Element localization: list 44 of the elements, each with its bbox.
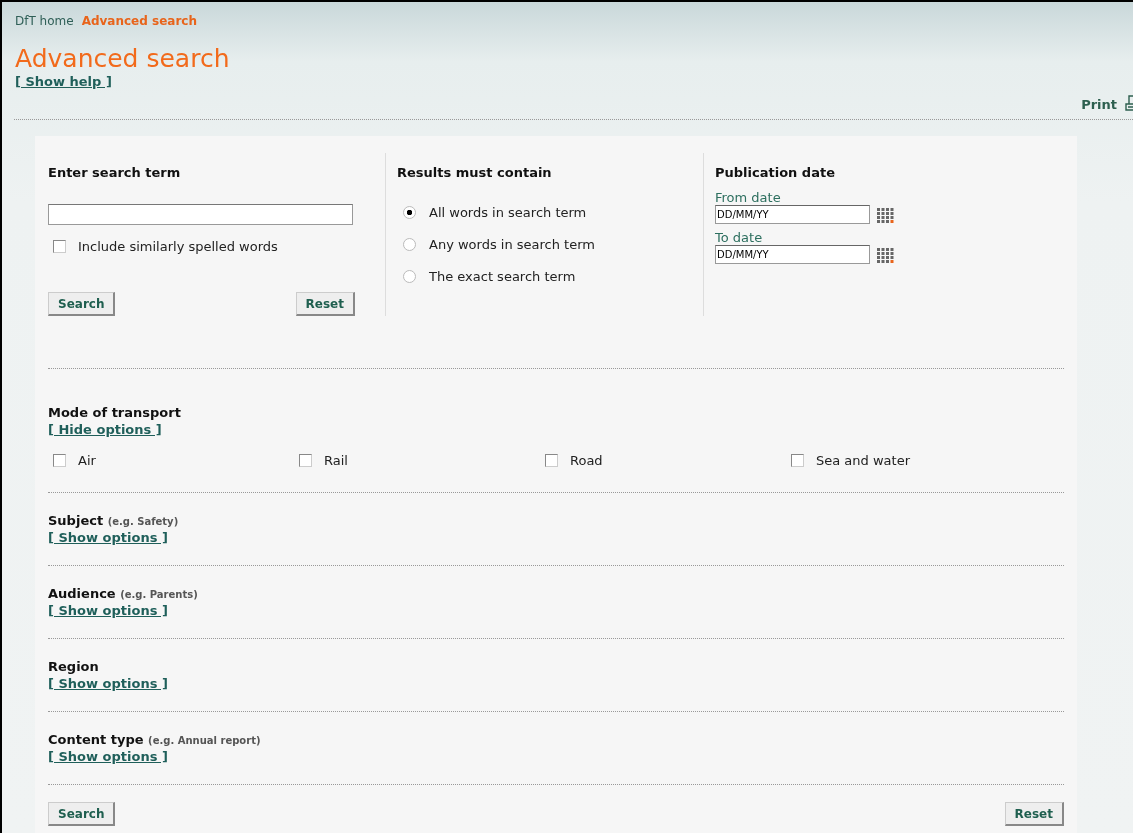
toggle-options-link[interactable]: [ Show options ] — [48, 603, 168, 618]
reset-button[interactable]: Reset — [1004, 802, 1064, 826]
checkbox[interactable] — [299, 454, 312, 467]
search-field[interactable] — [48, 204, 353, 225]
checkbox-label: Air — [78, 453, 96, 468]
radio-label: All words in search term — [429, 205, 587, 220]
facet-title: Region — [48, 659, 100, 674]
print-link[interactable]: Print — [1081, 96, 1117, 112]
search-button[interactable]: Search — [48, 802, 116, 826]
checkbox[interactable] — [53, 454, 66, 467]
date-label: To date — [715, 230, 764, 245]
date-field[interactable]: DD/MM/YY — [715, 205, 870, 224]
checkbox-label: Include similarly spelled words — [78, 239, 278, 254]
toggle-options-link[interactable]: [ Show options ] — [48, 530, 168, 545]
checkbox-label: Road — [570, 453, 603, 468]
facet-title: Mode of transport — [48, 405, 182, 420]
checkbox[interactable] — [53, 240, 66, 253]
section-heading: Results must contain — [397, 165, 553, 180]
radio-label: Any words in search term — [429, 237, 595, 252]
checkbox-label: Rail — [324, 453, 348, 468]
facet-title: Audience (e.g. Parents) — [48, 586, 199, 601]
calendar-icon[interactable] — [876, 246, 894, 263]
breadcrumb-link[interactable]: DfT home — [15, 14, 74, 28]
show-help-link[interactable]: [ Show help ] — [15, 74, 112, 89]
calendar-icon[interactable] — [876, 206, 894, 223]
toggle-options-link[interactable]: [ Show options ] — [48, 676, 168, 691]
section-heading: Publication date — [715, 165, 836, 180]
radio-label: The exact search term — [429, 269, 576, 284]
toggle-options-link[interactable]: [ Hide options ] — [48, 422, 162, 437]
section-heading: Enter search term — [48, 165, 182, 180]
checkbox[interactable] — [545, 454, 558, 467]
checkbox-label: Sea and water — [816, 453, 910, 468]
facet-title: Content type (e.g. Annual report) — [48, 732, 262, 747]
page-title: Advanced search — [15, 44, 231, 74]
radio-button[interactable] — [403, 238, 416, 251]
date-field[interactable]: DD/MM/YY — [715, 245, 870, 264]
facet-title: Subject (e.g. Safety) — [48, 513, 180, 528]
reset-button[interactable]: Reset — [295, 292, 355, 316]
date-label: From date — [715, 190, 782, 205]
radio-button[interactable] — [403, 206, 416, 219]
toggle-options-link[interactable]: [ Show options ] — [48, 749, 168, 764]
radio-button[interactable] — [403, 270, 416, 283]
search-button[interactable]: Search — [48, 292, 116, 316]
checkbox[interactable] — [791, 454, 804, 467]
